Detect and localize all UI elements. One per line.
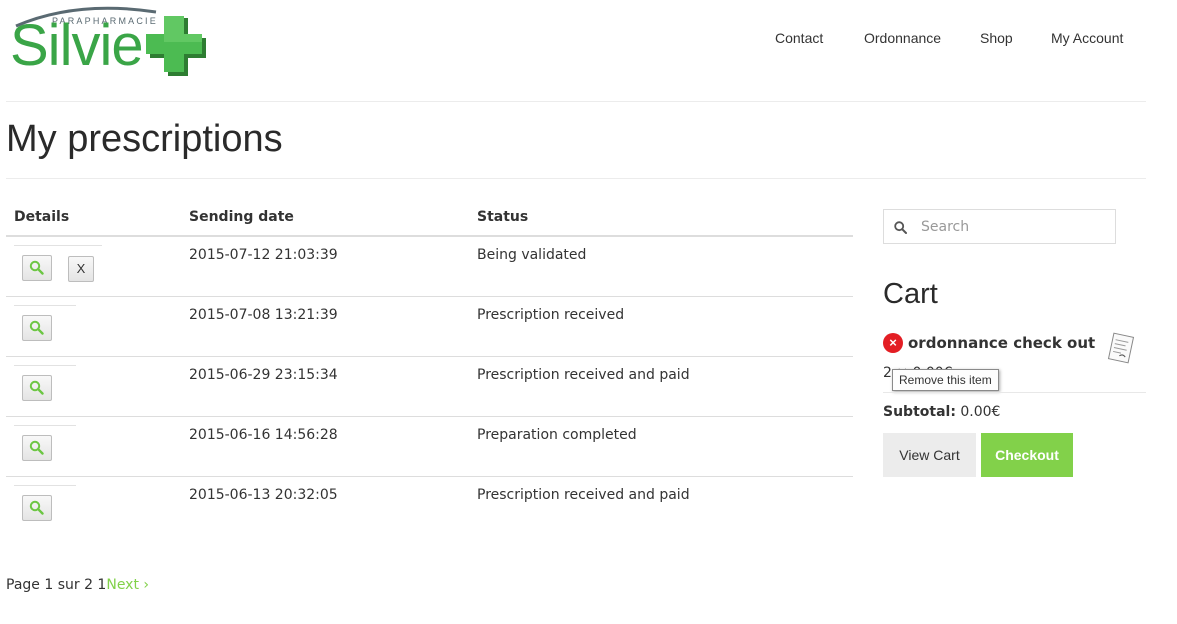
nav-ordonnance[interactable]: Ordonnance bbox=[864, 30, 941, 46]
view-prescription-button[interactable] bbox=[22, 315, 52, 341]
magnifier-icon bbox=[29, 320, 44, 335]
delete-prescription-button[interactable]: X bbox=[68, 256, 94, 282]
view-prescription-button[interactable] bbox=[22, 495, 52, 521]
remove-item-icon[interactable]: × bbox=[883, 333, 903, 353]
cart-subtotal: Subtotal: 0.00€ bbox=[883, 404, 1000, 420]
status: Being validated bbox=[477, 247, 587, 263]
pagination: Page 1 sur 2 1Next › bbox=[6, 577, 149, 593]
view-prescription-button[interactable] bbox=[22, 435, 52, 461]
table-row: 2015-07-08 13:21:39 Prescription receive… bbox=[6, 297, 853, 357]
prescription-thumbnail-icon[interactable] bbox=[1106, 332, 1136, 364]
status: Prescription received and paid bbox=[477, 367, 690, 383]
view-prescription-button[interactable] bbox=[22, 255, 52, 281]
magnifier-icon bbox=[29, 440, 44, 455]
column-header-details: Details bbox=[14, 209, 70, 225]
column-header-status: Status bbox=[477, 209, 529, 225]
sending-date: 2015-07-12 21:03:39 bbox=[189, 247, 338, 263]
logo-wordmark: Silvie bbox=[10, 13, 144, 78]
magnifier-icon bbox=[29, 500, 44, 515]
pagination-text: Page 1 sur 2 1 bbox=[6, 577, 107, 593]
nav-my-account[interactable]: My Account bbox=[1051, 30, 1123, 46]
cart-item-name[interactable]: ordonnance check out bbox=[908, 334, 1095, 352]
status: Preparation completed bbox=[477, 427, 637, 443]
cart-title: Cart bbox=[883, 278, 938, 310]
pharmacy-cross-icon bbox=[146, 16, 206, 76]
search-input[interactable] bbox=[919, 215, 1108, 239]
next-page-link[interactable]: Next › bbox=[106, 577, 149, 593]
nav-contact[interactable]: Contact bbox=[775, 30, 823, 46]
magnifier-icon bbox=[29, 380, 44, 395]
table-row: 2015-06-29 23:15:34 Prescription receive… bbox=[6, 357, 853, 417]
sending-date: 2015-06-13 20:32:05 bbox=[189, 487, 338, 503]
subtotal-label: Subtotal: bbox=[883, 404, 956, 420]
table-row: 2015-06-13 20:32:05 Prescription receive… bbox=[6, 477, 853, 537]
view-cart-button[interactable]: View Cart bbox=[883, 433, 976, 477]
site-logo[interactable]: PARAPHARMACIE Silvie bbox=[6, 4, 211, 79]
sending-date: 2015-06-16 14:56:28 bbox=[189, 427, 338, 443]
subtotal-value: 0.00€ bbox=[960, 404, 1001, 420]
search-icon bbox=[894, 221, 907, 234]
status: Prescription received and paid bbox=[477, 487, 690, 503]
column-header-sending-date: Sending date bbox=[189, 209, 294, 225]
page-title: My prescriptions bbox=[6, 118, 283, 160]
cart-divider bbox=[883, 392, 1146, 393]
remove-item-tooltip: Remove this item bbox=[892, 369, 999, 391]
row-separator bbox=[14, 305, 76, 306]
table-row: 2015-06-16 14:56:28 Preparation complete… bbox=[6, 417, 853, 477]
row-separator bbox=[14, 485, 76, 486]
nav-shop[interactable]: Shop bbox=[980, 30, 1013, 46]
row-separator bbox=[14, 425, 76, 426]
header-divider bbox=[6, 101, 1146, 102]
search-box bbox=[883, 209, 1116, 244]
row-separator bbox=[14, 365, 76, 366]
row-separator bbox=[14, 245, 102, 246]
sending-date: 2015-07-08 13:21:39 bbox=[189, 307, 338, 323]
sending-date: 2015-06-29 23:15:34 bbox=[189, 367, 338, 383]
checkout-button[interactable]: Checkout bbox=[981, 433, 1073, 477]
view-prescription-button[interactable] bbox=[22, 375, 52, 401]
title-divider bbox=[6, 178, 1146, 179]
status: Prescription received bbox=[477, 307, 625, 323]
table-row: X 2015-07-12 21:03:39 Being validated bbox=[6, 237, 853, 297]
magnifier-icon bbox=[29, 260, 44, 275]
